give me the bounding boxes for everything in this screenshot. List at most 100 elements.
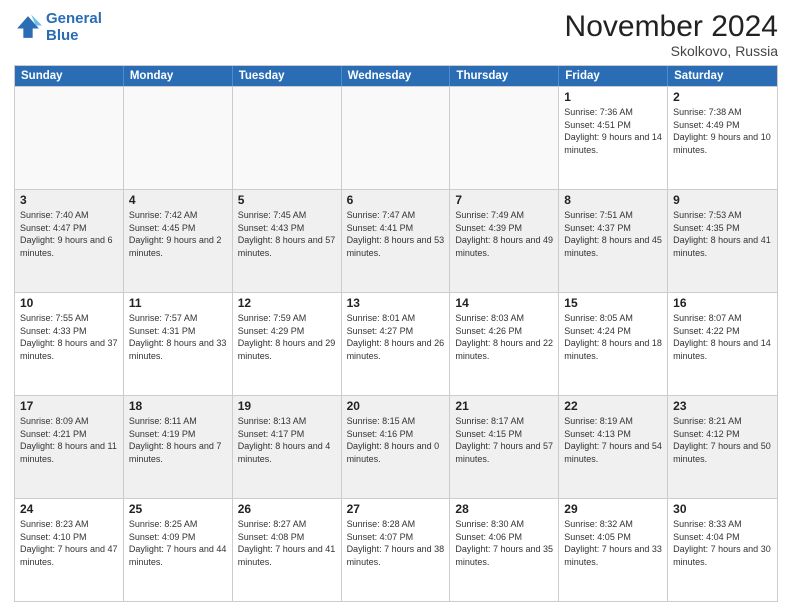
day-number: 12 — [238, 296, 336, 310]
day-number: 15 — [564, 296, 662, 310]
day-cell-23: 23 Sunrise: 8:21 AM Sunset: 4:12 PM Dayli… — [668, 396, 777, 498]
day-cell-28: 28 Sunrise: 8:30 AM Sunset: 4:06 PM Dayli… — [450, 499, 559, 601]
day-number: 21 — [455, 399, 553, 413]
day-number: 14 — [455, 296, 553, 310]
day-number: 26 — [238, 502, 336, 516]
day-cell-10: 10Sunrise: 7:55 AM Sunset: 4:33 PM Dayli… — [15, 293, 124, 395]
day-cell-17: 17Sunrise: 8:09 AM Sunset: 4:21 PM Dayli… — [15, 396, 124, 498]
calendar-body: 1 Sunrise: 7:36 AM Sunset: 4:51 PM Daylig… — [15, 86, 777, 601]
day-cell-27: 27 Sunrise: 8:28 AM Sunset: 4:07 PM Dayli… — [342, 499, 451, 601]
day-number: 27 — [347, 502, 445, 516]
day-info: Sunrise: 7:53 AM Sunset: 4:35 PM Dayligh… — [673, 209, 772, 259]
day-header-friday: Friday — [559, 66, 668, 86]
logo-icon — [14, 13, 42, 41]
day-info: Sunrise: 7:38 AM Sunset: 4:49 PM Dayligh… — [673, 106, 772, 156]
day-info: Sunrise: 8:30 AM Sunset: 4:06 PM Dayligh… — [455, 518, 553, 568]
day-cell-21: 21 Sunrise: 8:17 AM Sunset: 4:15 PM Dayli… — [450, 396, 559, 498]
header: General Blue November 2024 Skolkovo, Rus… — [14, 10, 778, 59]
day-number: 5 — [238, 193, 336, 207]
day-info: Sunrise: 7:36 AM Sunset: 4:51 PM Dayligh… — [564, 106, 662, 156]
day-info: Sunrise: 7:45 AM Sunset: 4:43 PM Dayligh… — [238, 209, 336, 259]
day-number: 20 — [347, 399, 445, 413]
day-info: Sunrise: 8:01 AM Sunset: 4:27 PM Dayligh… — [347, 312, 445, 362]
day-number: 24 — [20, 502, 118, 516]
day-info: Sunrise: 8:25 AM Sunset: 4:09 PM Dayligh… — [129, 518, 227, 568]
day-number: 17 — [20, 399, 118, 413]
day-cell-15: 15 Sunrise: 8:05 AM Sunset: 4:24 PM Dayli… — [559, 293, 668, 395]
day-cell-13: 13Sunrise: 8:01 AM Sunset: 4:27 PM Dayli… — [342, 293, 451, 395]
day-cell-4: 4 Sunrise: 7:42 AM Sunset: 4:45 PM Daylig… — [124, 190, 233, 292]
calendar-week-3: 10Sunrise: 7:55 AM Sunset: 4:33 PM Dayli… — [15, 292, 777, 395]
title-block: November 2024 Skolkovo, Russia — [565, 10, 778, 59]
day-info: Sunrise: 8:03 AM Sunset: 4:26 PM Dayligh… — [455, 312, 553, 362]
day-cell-14: 14 Sunrise: 8:03 AM Sunset: 4:26 PM Dayli… — [450, 293, 559, 395]
day-number: 1 — [564, 90, 662, 104]
empty-cell — [124, 87, 233, 189]
day-number: 28 — [455, 502, 553, 516]
day-number: 22 — [564, 399, 662, 413]
day-number: 18 — [129, 399, 227, 413]
day-info: Sunrise: 8:27 AM Sunset: 4:08 PM Dayligh… — [238, 518, 336, 568]
day-info: Sunrise: 7:47 AM Sunset: 4:41 PM Dayligh… — [347, 209, 445, 259]
day-cell-6: 6 Sunrise: 7:47 AM Sunset: 4:41 PM Daylig… — [342, 190, 451, 292]
subtitle: Skolkovo, Russia — [565, 43, 778, 59]
day-number: 6 — [347, 193, 445, 207]
day-number: 30 — [673, 502, 772, 516]
day-cell-24: 24 Sunrise: 8:23 AM Sunset: 4:10 PM Dayli… — [15, 499, 124, 601]
day-info: Sunrise: 8:17 AM Sunset: 4:15 PM Dayligh… — [455, 415, 553, 465]
day-cell-3: 3 Sunrise: 7:40 AM Sunset: 4:47 PM Daylig… — [15, 190, 124, 292]
day-info: Sunrise: 8:28 AM Sunset: 4:07 PM Dayligh… — [347, 518, 445, 568]
day-info: Sunrise: 7:59 AM Sunset: 4:29 PM Dayligh… — [238, 312, 336, 362]
empty-cell — [342, 87, 451, 189]
day-number: 19 — [238, 399, 336, 413]
calendar: SundayMondayTuesdayWednesdayThursdayFrid… — [14, 65, 778, 602]
calendar-week-5: 24 Sunrise: 8:23 AM Sunset: 4:10 PM Dayli… — [15, 498, 777, 601]
day-cell-9: 9 Sunrise: 7:53 AM Sunset: 4:35 PM Daylig… — [668, 190, 777, 292]
day-cell-22: 22 Sunrise: 8:19 AM Sunset: 4:13 PM Dayli… — [559, 396, 668, 498]
day-number: 25 — [129, 502, 227, 516]
day-cell-20: 20Sunrise: 8:15 AM Sunset: 4:16 PM Dayli… — [342, 396, 451, 498]
day-cell-8: 8 Sunrise: 7:51 AM Sunset: 4:37 PM Daylig… — [559, 190, 668, 292]
logo: General Blue — [14, 10, 102, 45]
day-info: Sunrise: 8:21 AM Sunset: 4:12 PM Dayligh… — [673, 415, 772, 465]
empty-cell — [233, 87, 342, 189]
day-number: 23 — [673, 399, 772, 413]
empty-cell — [450, 87, 559, 189]
day-header-saturday: Saturday — [668, 66, 777, 86]
day-number: 10 — [20, 296, 118, 310]
day-cell-18: 18Sunrise: 8:11 AM Sunset: 4:19 PM Dayli… — [124, 396, 233, 498]
day-number: 3 — [20, 193, 118, 207]
day-info: Sunrise: 8:19 AM Sunset: 4:13 PM Dayligh… — [564, 415, 662, 465]
day-info: Sunrise: 8:33 AM Sunset: 4:04 PM Dayligh… — [673, 518, 772, 568]
calendar-week-4: 17Sunrise: 8:09 AM Sunset: 4:21 PM Dayli… — [15, 395, 777, 498]
day-info: Sunrise: 7:42 AM Sunset: 4:45 PM Dayligh… — [129, 209, 227, 259]
day-cell-29: 29Sunrise: 8:32 AM Sunset: 4:05 PM Dayli… — [559, 499, 668, 601]
day-cell-7: 7Sunrise: 7:49 AM Sunset: 4:39 PM Daylig… — [450, 190, 559, 292]
day-cell-25: 25 Sunrise: 8:25 AM Sunset: 4:09 PM Dayli… — [124, 499, 233, 601]
day-cell-1: 1 Sunrise: 7:36 AM Sunset: 4:51 PM Daylig… — [559, 87, 668, 189]
day-number: 11 — [129, 296, 227, 310]
page: General Blue November 2024 Skolkovo, Rus… — [0, 0, 792, 612]
main-title: November 2024 — [565, 10, 778, 43]
day-cell-11: 11 Sunrise: 7:57 AM Sunset: 4:31 PM Dayli… — [124, 293, 233, 395]
day-info: Sunrise: 8:05 AM Sunset: 4:24 PM Dayligh… — [564, 312, 662, 362]
day-info: Sunrise: 7:49 AM Sunset: 4:39 PM Dayligh… — [455, 209, 553, 259]
calendar-week-1: 1 Sunrise: 7:36 AM Sunset: 4:51 PM Daylig… — [15, 86, 777, 189]
day-info: Sunrise: 8:07 AM Sunset: 4:22 PM Dayligh… — [673, 312, 772, 362]
day-number: 4 — [129, 193, 227, 207]
day-number: 2 — [673, 90, 772, 104]
day-cell-26: 26 Sunrise: 8:27 AM Sunset: 4:08 PM Dayli… — [233, 499, 342, 601]
day-info: Sunrise: 7:40 AM Sunset: 4:47 PM Dayligh… — [20, 209, 118, 259]
day-cell-30: 30 Sunrise: 8:33 AM Sunset: 4:04 PM Dayli… — [668, 499, 777, 601]
day-info: Sunrise: 8:23 AM Sunset: 4:10 PM Dayligh… — [20, 518, 118, 568]
day-cell-12: 12 Sunrise: 7:59 AM Sunset: 4:29 PM Dayli… — [233, 293, 342, 395]
day-info: Sunrise: 7:57 AM Sunset: 4:31 PM Dayligh… — [129, 312, 227, 362]
day-number: 8 — [564, 193, 662, 207]
day-number: 9 — [673, 193, 772, 207]
day-cell-19: 19Sunrise: 8:13 AM Sunset: 4:17 PM Dayli… — [233, 396, 342, 498]
day-info: Sunrise: 7:51 AM Sunset: 4:37 PM Dayligh… — [564, 209, 662, 259]
day-cell-2: 2 Sunrise: 7:38 AM Sunset: 4:49 PM Daylig… — [668, 87, 777, 189]
day-header-sunday: Sunday — [15, 66, 124, 86]
day-cell-5: 5 Sunrise: 7:45 AM Sunset: 4:43 PM Daylig… — [233, 190, 342, 292]
day-header-monday: Monday — [124, 66, 233, 86]
